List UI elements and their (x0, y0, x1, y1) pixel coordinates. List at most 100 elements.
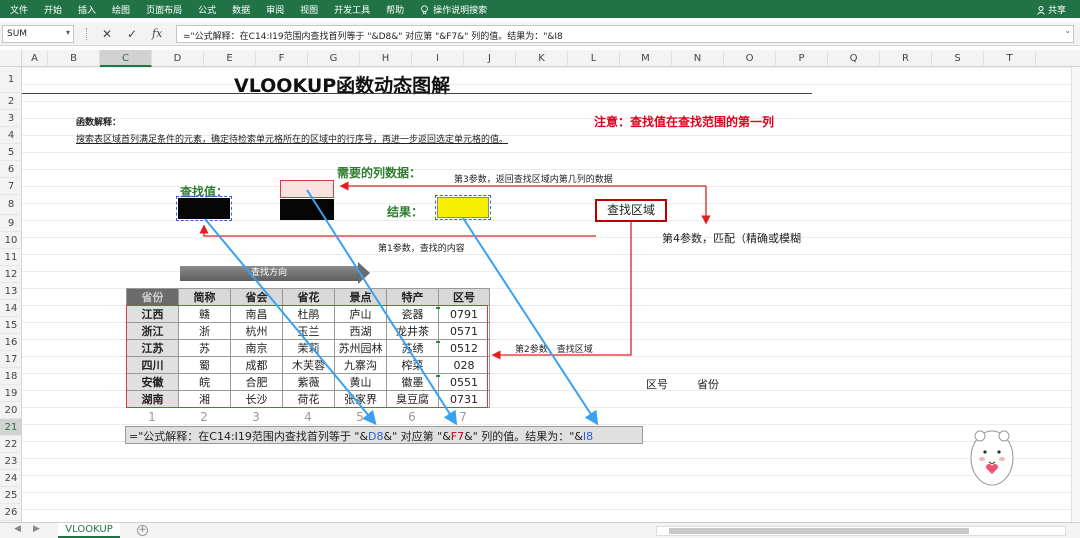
table-cell[interactable]: 杭州 (230, 322, 283, 340)
share-button[interactable]: 共享 (1037, 3, 1066, 16)
insert-function-icon[interactable]: fx (152, 27, 162, 40)
column-header-d[interactable]: D (152, 50, 204, 67)
table-cell[interactable]: 江苏 (126, 339, 179, 357)
table-cell[interactable]: 龙井茶 (386, 322, 439, 340)
table-cell[interactable]: 江西 (126, 305, 179, 323)
row-header-2[interactable]: 2 (0, 93, 22, 110)
table-cell[interactable]: 安徽 (126, 373, 179, 391)
table-cell[interactable]: 合肥 (230, 373, 283, 391)
cancel-icon[interactable]: ✕ (102, 27, 112, 41)
row-header-15[interactable]: 15 (0, 317, 22, 334)
table-cell[interactable]: 荷花 (282, 390, 335, 408)
result-cell-i8[interactable] (435, 195, 491, 220)
table-cell[interactable]: 玉兰 (282, 322, 335, 340)
row-header-26[interactable]: 26 (0, 504, 22, 521)
row-header-16[interactable]: 16 (0, 334, 22, 351)
tab-draw[interactable]: 绘图 (104, 3, 138, 16)
tab-file[interactable]: 文件 (0, 3, 36, 16)
row-header-20[interactable]: 20 (0, 402, 22, 419)
column-header-r[interactable]: R (880, 50, 932, 67)
row-header-18[interactable]: 18 (0, 368, 22, 385)
table-cell[interactable]: 南京 (230, 339, 283, 357)
select-all-corner[interactable] (0, 50, 22, 67)
name-box[interactable]: SUM ▾ (2, 25, 74, 43)
table-cell[interactable]: 紫薇 (282, 373, 335, 391)
tab-home[interactable]: 开始 (36, 3, 70, 16)
row-header-1[interactable]: 1 (0, 67, 22, 93)
row-header-3[interactable]: 3 (0, 110, 22, 127)
row-header-7[interactable]: 7 (0, 178, 22, 195)
next-sheet-icon[interactable]: ▶ (33, 524, 40, 534)
chevron-down-icon[interactable]: ▾ (66, 28, 70, 37)
table-cell[interactable]: 蜀 (178, 356, 231, 374)
table-cell[interactable]: 杜鹃 (282, 305, 335, 323)
table-cell[interactable]: 茉莉 (282, 339, 335, 357)
column-data-cell-f8[interactable] (280, 199, 334, 220)
table-cell[interactable]: 0791 (438, 305, 490, 323)
table-cell[interactable]: 瓷器 (386, 305, 439, 323)
table-cell[interactable]: 西湖 (334, 322, 387, 340)
column-header-t[interactable]: T (984, 50, 1036, 67)
column-header-i[interactable]: I (412, 50, 464, 67)
row-header-6[interactable]: 6 (0, 161, 22, 178)
row-header-11[interactable]: 11 (0, 249, 22, 266)
tab-developer[interactable]: 开发工具 (326, 3, 378, 16)
prev-sheet-icon[interactable]: ◀ (14, 524, 21, 534)
column-header-a[interactable]: A (22, 50, 48, 67)
tell-me-search[interactable]: 操作说明搜索 (412, 3, 495, 16)
tab-data[interactable]: 数据 (224, 3, 258, 16)
row-header-17[interactable]: 17 (0, 351, 22, 368)
table-cell[interactable]: 四川 (126, 356, 179, 374)
formula-input[interactable]: ="公式解释：在C14:I19范围内查找首列等于 "&D8&" 对应第 "&F7… (176, 25, 1074, 43)
add-sheet-icon[interactable]: + (137, 525, 148, 536)
expand-icon[interactable]: ⌄ (1064, 26, 1071, 35)
row-header-8[interactable]: 8 (0, 195, 22, 215)
column-header-l[interactable]: L (568, 50, 620, 67)
table-cell[interactable]: 浙 (178, 322, 231, 340)
tab-help[interactable]: 帮助 (378, 3, 412, 16)
row-header-12[interactable]: 12 (0, 266, 22, 283)
column-header-g[interactable]: G (308, 50, 360, 67)
row-header-24[interactable]: 24 (0, 470, 22, 487)
table-cell[interactable]: 苏 (178, 339, 231, 357)
table-cell[interactable]: 028 (438, 356, 490, 374)
column-header-k[interactable]: K (516, 50, 568, 67)
tab-insert[interactable]: 插入 (70, 3, 104, 16)
table-cell[interactable]: 长沙 (230, 390, 283, 408)
column-number-cell-f7[interactable] (280, 180, 334, 198)
table-cell[interactable]: 赣 (178, 305, 231, 323)
row-header-14[interactable]: 14 (0, 300, 22, 317)
table-cell[interactable]: 0571 (438, 322, 490, 340)
column-header-n[interactable]: N (672, 50, 724, 67)
tab-view[interactable]: 视图 (292, 3, 326, 16)
table-cell[interactable]: 徽墨 (386, 373, 439, 391)
column-header-q[interactable]: Q (828, 50, 880, 67)
table-cell[interactable]: 苏州园林 (334, 339, 387, 357)
scroll-thumb[interactable] (669, 528, 969, 534)
row-header-4[interactable]: 4 (0, 127, 22, 144)
table-cell[interactable]: 湘 (178, 390, 231, 408)
row-header-23[interactable]: 23 (0, 453, 22, 470)
table-cell[interactable]: 庐山 (334, 305, 387, 323)
table-cell[interactable]: 苏绣 (386, 339, 439, 357)
table-cell[interactable]: 榨菜 (386, 356, 439, 374)
column-header-j[interactable]: J (464, 50, 516, 67)
vertical-scrollbar[interactable] (1071, 67, 1080, 522)
tab-formulas[interactable]: 公式 (190, 3, 224, 16)
row-header-19[interactable]: 19 (0, 385, 22, 402)
column-header-e[interactable]: E (204, 50, 256, 67)
table-cell[interactable]: 张家界 (334, 390, 387, 408)
column-header-f[interactable]: F (256, 50, 308, 67)
column-header-o[interactable]: O (724, 50, 776, 67)
row-header-25[interactable]: 25 (0, 487, 22, 504)
column-header-m[interactable]: M (620, 50, 672, 67)
horizontal-scrollbar[interactable] (656, 526, 1066, 536)
tab-review[interactable]: 审阅 (258, 3, 292, 16)
table-cell[interactable]: 皖 (178, 373, 231, 391)
column-header-s[interactable]: S (932, 50, 984, 67)
table-cell[interactable]: 臭豆腐 (386, 390, 439, 408)
table-cell[interactable]: 0731 (438, 390, 490, 408)
enter-check-icon[interactable]: ✓ (127, 27, 137, 41)
table-cell[interactable]: 木芙蓉 (282, 356, 335, 374)
column-header-h[interactable]: H (360, 50, 412, 67)
